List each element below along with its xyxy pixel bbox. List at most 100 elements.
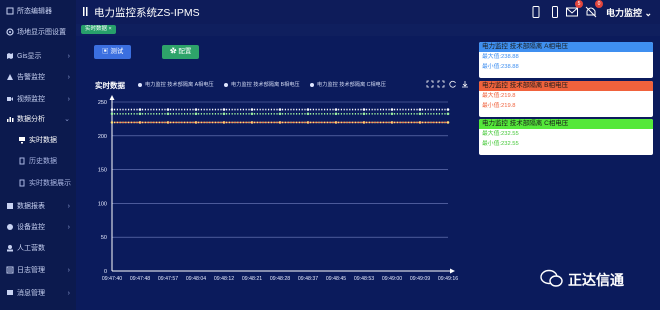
y-axis-arrow: [109, 95, 115, 100]
watermark-text: 正达信通: [568, 272, 624, 288]
sidebar: 所态编辑器 场地显示图设置 Gis显示 › 告警监控 › 视频监控 › 数据分析…: [0, 0, 77, 310]
chevron-right-icon: ›: [67, 202, 70, 210]
data-point: [390, 112, 394, 116]
sidebar-item-label: 视频监控: [17, 96, 45, 103]
panel-header: 电力监控 技术部隔离 A相电压: [479, 42, 653, 52]
map-icon: [6, 52, 14, 60]
sidebar-item-label: Gis显示: [17, 53, 42, 60]
message-icon: [6, 289, 14, 297]
x-tick-label: 09:48:21: [242, 276, 262, 282]
user-menu[interactable]: 电力监控 ⌄: [606, 6, 652, 19]
bell-icon[interactable]: [585, 6, 597, 18]
wechat-icon: [540, 269, 563, 287]
report-icon: [6, 202, 14, 210]
tab-realtime-data[interactable]: 实时数据 ×: [81, 25, 116, 34]
sidebar-item-label: 告警监控: [17, 74, 45, 81]
x-axis-arrow: [450, 268, 455, 274]
sidebar-item-label: 数据分析: [17, 116, 45, 123]
y-tick-label: 200: [98, 134, 107, 140]
phone-icon[interactable]: [549, 6, 561, 18]
tablet-icon[interactable]: [530, 6, 542, 18]
sidebar-item-gis[interactable]: Gis显示 ›: [0, 48, 76, 64]
test-button[interactable]: ▣ 测试: [94, 45, 132, 59]
refresh-icon[interactable]: [449, 80, 457, 88]
data-point: [138, 108, 142, 111]
x-tick-label: 09:47:57: [158, 276, 178, 282]
chart-title: 实时数据: [95, 81, 125, 90]
data-point: [110, 112, 114, 116]
sidebar-item-label: 设备监控: [17, 224, 45, 231]
sidebar-item-manual[interactable]: 人工营数: [0, 240, 76, 256]
data-point: [250, 112, 254, 116]
data-point: [306, 108, 310, 111]
x-tick-label: 09:49:09: [410, 276, 430, 282]
sidebar-item-label: 消息管理: [17, 290, 45, 297]
sidebar-item-label: 所态编辑器: [17, 8, 52, 15]
data-point: [306, 112, 310, 116]
sidebar-item-label: 日志管理: [17, 267, 45, 274]
data-point: [334, 108, 338, 111]
panel-max: 最大值:219.8: [482, 93, 516, 99]
sidebar-item-history[interactable]: 历史数据: [0, 153, 76, 169]
panel-max: 最大值:238.88: [482, 54, 519, 60]
x-tick-label: 09:47:48: [130, 276, 150, 282]
sidebar-item-site-display[interactable]: 场地显示图设置: [0, 24, 76, 40]
sidebar-item-realtime-display[interactable]: 实时数据展示: [0, 175, 76, 191]
data-point: [138, 112, 142, 116]
bell-badge: 0: [595, 0, 603, 8]
sidebar-item-messages[interactable]: 消息管理 ›: [0, 285, 76, 301]
menu-icon[interactable]: [83, 7, 90, 16]
data-point: [390, 108, 394, 111]
mail-icon[interactable]: [566, 6, 578, 18]
legend-item-b[interactable]: 电力监控 技术部隔离 B相电压: [224, 81, 300, 88]
download-icon[interactable]: [461, 80, 469, 88]
sidebar-item-reports[interactable]: 数据报表 ›: [0, 198, 76, 214]
legend-label: 电力监控 技术部隔离 B相电压: [231, 82, 300, 88]
document-icon: [18, 157, 26, 165]
video-icon: [6, 95, 14, 103]
sidebar-item-label: 场地显示图设置: [17, 29, 66, 36]
sidebar-item-editor[interactable]: 所态编辑器: [0, 3, 76, 19]
panel-max: 最大值:232.55: [482, 131, 519, 137]
config-button[interactable]: ✿ 配置: [162, 45, 200, 59]
gear-icon: [6, 28, 14, 36]
x-tick-label: 09:47:40: [102, 276, 122, 282]
data-point: [446, 108, 450, 111]
alarm-icon: [6, 73, 14, 81]
sidebar-item-label: 人工营数: [17, 245, 45, 252]
x-tick-label: 09:48:37: [298, 276, 318, 282]
data-point: [194, 112, 198, 116]
legend-item-c[interactable]: 电力监控 技术部隔离 C相电压: [310, 81, 386, 88]
chevron-right-icon: ›: [67, 223, 70, 231]
data-point: [334, 112, 338, 116]
data-point: [250, 108, 254, 111]
legend-item-a[interactable]: 电力监控 技术部隔离 A相电压: [138, 81, 214, 88]
data-point: [418, 108, 422, 111]
x-tick-label: 09:48:04: [186, 276, 206, 282]
zoom-reset-icon[interactable]: [437, 80, 445, 88]
y-tick-label: 50: [101, 235, 107, 241]
chevron-down-icon: ⌄: [64, 116, 70, 123]
panel-min: 最小值:238.88: [482, 64, 519, 70]
data-point: [110, 108, 114, 111]
mail-badge: 5: [575, 0, 583, 8]
data-point: [278, 108, 282, 111]
panel-header: 电力监控 技术部隔离 B相电压: [479, 81, 653, 91]
zoom-icon[interactable]: [426, 80, 434, 88]
sidebar-item-alarm[interactable]: 告警监控 ›: [0, 69, 76, 85]
sidebar-item-device[interactable]: 设备监控 ›: [0, 219, 76, 235]
legend-label: 电力监控 技术部隔离 A相电压: [145, 82, 214, 88]
sidebar-item-video[interactable]: 视频监控 ›: [0, 91, 76, 107]
data-point: [110, 121, 114, 124]
sidebar-item-realtime[interactable]: 实时数据: [0, 132, 76, 148]
sidebar-item-logs[interactable]: 日志管理 ›: [0, 262, 76, 278]
sidebar-item-data-analysis[interactable]: 数据分析 ⌄: [0, 111, 76, 127]
panel-min: 最小值:219.8: [482, 103, 516, 109]
monitor-icon: [18, 136, 26, 144]
data-point: [362, 112, 366, 116]
test-button-label: 测试: [110, 48, 124, 55]
chevron-right-icon: ›: [67, 95, 70, 103]
x-tick-label: 09:48:53: [354, 276, 374, 282]
data-point: [194, 108, 198, 111]
x-tick-label: 09:49:00: [382, 276, 402, 282]
